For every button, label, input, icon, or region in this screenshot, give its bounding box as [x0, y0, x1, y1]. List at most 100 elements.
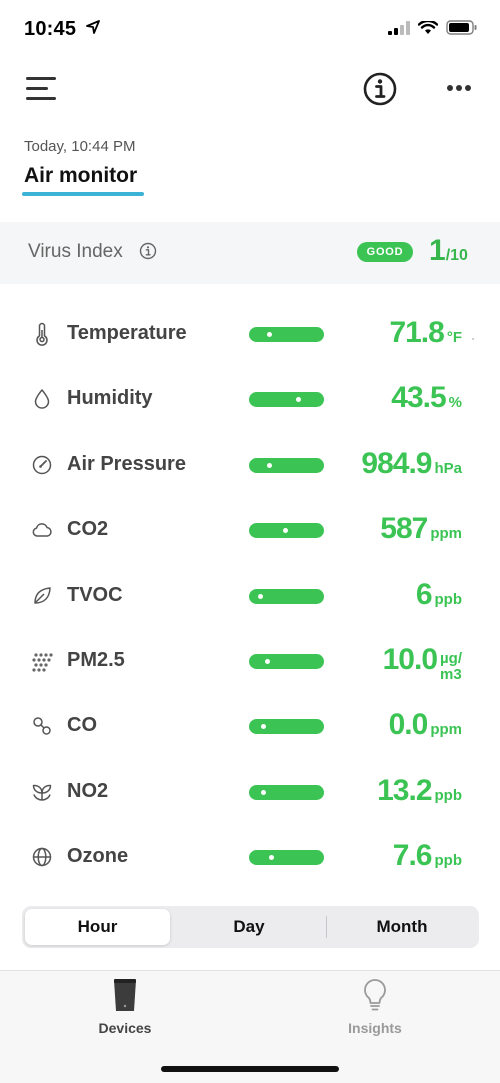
- metric-level-dot: [268, 855, 274, 861]
- metric-unit: ppb: [434, 852, 463, 870]
- particles-icon: [32, 653, 53, 672]
- metric-unit: µg/ m3: [440, 649, 462, 683]
- metric-value: 587 ppm: [380, 512, 462, 546]
- metric-level-dot: [265, 658, 271, 664]
- metric-row-co[interactable]: CO 0.0 ppm: [0, 694, 500, 759]
- metric-level-bar[interactable]: [249, 653, 324, 669]
- metric-level-bar[interactable]: [249, 392, 324, 408]
- location-arrow-icon: [86, 20, 100, 34]
- metric-number: 984.9: [361, 446, 432, 480]
- tab-devices[interactable]: Devices: [65, 977, 185, 1036]
- metric-row-humidity[interactable]: Humidity 43.5 %: [0, 367, 500, 432]
- metric-level-dot: [257, 593, 263, 599]
- wifi-icon: [418, 20, 438, 34]
- metric-value: 10.0 µg/ m3: [383, 643, 462, 689]
- metric-value: 0.0 ppm: [389, 708, 462, 742]
- metric-level-dot: [260, 724, 266, 730]
- metric-level-bar[interactable]: [249, 523, 324, 539]
- metric-row-tvoc[interactable]: TVOC 6 ppb: [0, 564, 500, 629]
- metric-number: 71.8: [389, 316, 444, 349]
- metric-level-bar[interactable]: [249, 850, 324, 866]
- metric-unit: ppm: [430, 525, 462, 543]
- metric-level-bar[interactable]: [249, 457, 324, 473]
- page-title: Air monitor: [24, 164, 138, 187]
- metric-row-co2[interactable]: CO2 587 ppm: [0, 498, 500, 563]
- more-icon[interactable]: [444, 78, 474, 98]
- metric-level-dot: [266, 462, 272, 468]
- metric-level-dot: [283, 528, 289, 534]
- metric-value: 43.5 %: [391, 381, 462, 415]
- metric-number: 0.0: [388, 708, 429, 742]
- title-underline: [22, 192, 144, 196]
- metric-label: Temperature: [67, 322, 187, 344]
- metric-row-pm25[interactable]: PM2.5 10.0 µg/ m3: [0, 629, 500, 694]
- tab-label: Insights: [348, 1020, 402, 1036]
- cloud-icon: [32, 523, 52, 537]
- sprout-icon: [32, 784, 52, 801]
- status-indicators: [388, 20, 478, 35]
- droplet-icon: [34, 389, 50, 410]
- metric-number: 587: [380, 512, 428, 546]
- metric-level-dot: [266, 332, 272, 337]
- tab-label: Devices: [98, 1020, 152, 1036]
- time-range-selector: Hour Day Month: [22, 906, 479, 948]
- metric-label: CO: [67, 714, 97, 737]
- virus-score: 1/10: [429, 234, 468, 268]
- molecule-icon: [33, 717, 51, 736]
- metric-value: 984.9 hPa: [361, 447, 462, 481]
- tab-insights[interactable]: Insights: [315, 977, 435, 1036]
- cellular-signal-icon: [388, 20, 410, 35]
- edge-mark: [472, 338, 474, 340]
- virus-index-row[interactable]: Virus Index GOOD 1/10: [0, 222, 500, 284]
- metric-label: Air Pressure: [67, 452, 186, 475]
- metric-number: 13.2: [377, 773, 432, 807]
- status-bar: 10:45: [0, 0, 500, 60]
- metric-level-bar[interactable]: [249, 784, 324, 800]
- metric-level-dot: [260, 789, 266, 795]
- metric-label: Humidity: [67, 387, 153, 410]
- status-badge: GOOD: [357, 242, 413, 262]
- metric-number: 7.6: [392, 839, 433, 873]
- metric-level-bar[interactable]: [249, 588, 324, 604]
- metric-row-air-pressure[interactable]: Air Pressure 984.9 hPa: [0, 433, 500, 498]
- metric-label: NO2: [67, 779, 109, 802]
- metric-row-ozone[interactable]: Ozone 7.6 ppb: [0, 825, 500, 890]
- metric-label: TVOC: [67, 583, 123, 606]
- metric-value: 13.2 ppb: [377, 774, 462, 808]
- metric-unit: hPa: [434, 459, 462, 477]
- metric-row-no2[interactable]: NO2 13.2 ppb: [0, 760, 500, 825]
- metric-label: CO2: [67, 518, 109, 541]
- metric-row-temperature[interactable]: Temperature 71.8 °F: [0, 302, 500, 367]
- info-icon[interactable]: [362, 71, 398, 107]
- metric-number: 43.5: [391, 381, 446, 415]
- segment-month[interactable]: Month: [327, 909, 477, 945]
- metric-number: 6: [415, 577, 433, 611]
- metric-unit: %: [448, 394, 462, 412]
- header: Today, 10:44 PM Air monitor: [24, 138, 137, 187]
- gauge-icon: [32, 455, 52, 475]
- info-icon[interactable]: [139, 242, 157, 260]
- virus-score-value: 1: [429, 234, 446, 267]
- battery-icon: [446, 20, 477, 35]
- metric-unit: ppb: [434, 590, 463, 608]
- metric-value: 6 ppb: [416, 578, 462, 612]
- leaf-icon: [34, 586, 51, 604]
- menu-icon[interactable]: [24, 74, 58, 104]
- metric-level-bar[interactable]: [249, 327, 324, 342]
- metrics-list: Temperature 71.8 °F Humidity 43.5 % Air …: [0, 302, 500, 891]
- timestamp: Today, 10:44 PM: [24, 138, 136, 155]
- metric-unit-bottom: m3: [440, 665, 462, 683]
- home-indicator: [161, 1066, 339, 1072]
- device-icon: [114, 979, 136, 1011]
- metric-unit: °F: [446, 329, 462, 346]
- metric-level-bar[interactable]: [249, 719, 324, 735]
- segment-hour[interactable]: Hour: [25, 909, 170, 945]
- metric-label: PM2.5: [67, 648, 125, 671]
- nav-bar: [0, 60, 500, 120]
- metric-unit-top: µg/: [440, 649, 462, 667]
- metric-value: 7.6 ppb: [393, 839, 462, 873]
- segment-day[interactable]: Day: [174, 909, 324, 945]
- lightbulb-icon: [364, 979, 386, 1011]
- metric-level-dot: [295, 397, 301, 403]
- virus-index-label: Virus Index: [28, 241, 123, 262]
